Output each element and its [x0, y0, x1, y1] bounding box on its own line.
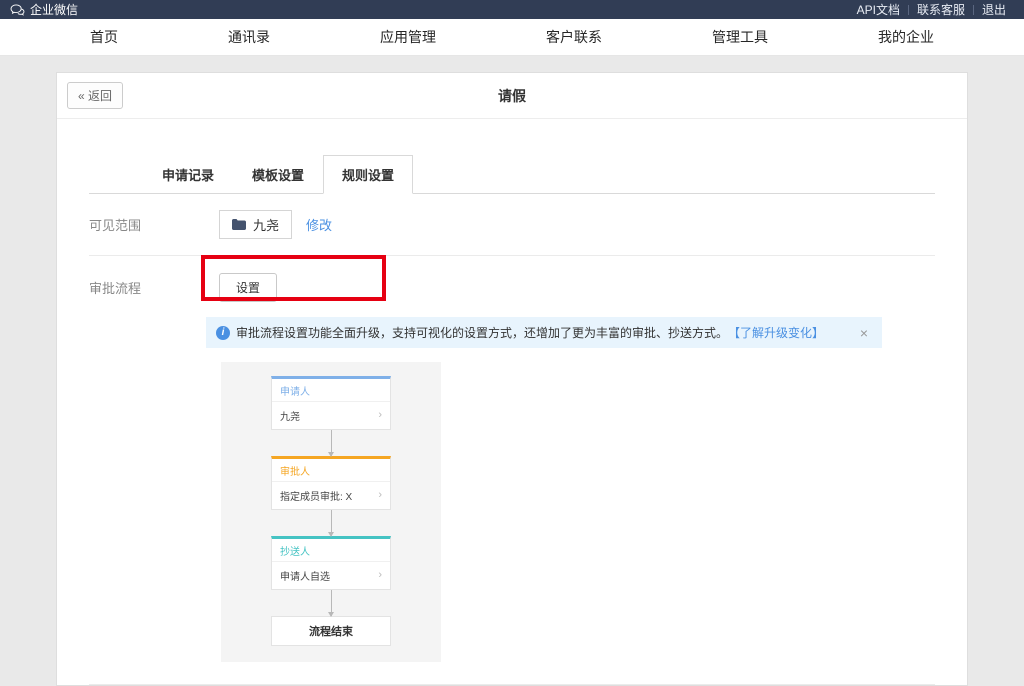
leave-app-card: « 返回 请假 申请记录 模板设置 规则设置 可见范围 九尧 修改: [56, 72, 968, 686]
nav-item-contacts[interactable]: 通讯录: [228, 27, 270, 47]
upgrade-changes-link[interactable]: 【了解升级变化】: [728, 324, 824, 341]
flow-node-approver[interactable]: 审批人 指定成员审批: X ›: [271, 456, 391, 510]
nav-item-app-management[interactable]: 应用管理: [380, 27, 436, 47]
wecom-logo-icon: [10, 4, 25, 16]
tabs: 申请记录 模板设置 规则设置: [89, 155, 935, 194]
chevron-right-icon: ›: [378, 490, 382, 501]
arrow-down-icon: [328, 452, 334, 457]
approval-flow-label: 审批流程: [89, 278, 219, 297]
node-title: 抄送人: [272, 539, 390, 562]
arrow-down-icon: [328, 612, 334, 617]
flow-connector: [331, 430, 332, 456]
nav-item-my-enterprise[interactable]: 我的企业: [878, 27, 934, 47]
tab-template-settings[interactable]: 模板设置: [233, 155, 323, 194]
flow-connector: [331, 510, 332, 536]
chevron-right-icon: ›: [378, 410, 382, 421]
back-label: 返回: [88, 89, 112, 103]
card-body: 申请记录 模板设置 规则设置 可见范围 九尧 修改 审批流程 设置: [57, 155, 967, 685]
visible-range-row: 可见范围 九尧 修改: [89, 194, 935, 256]
back-chevrons-icon: «: [78, 89, 85, 103]
main-nav: 首页 通讯录 应用管理 客户联系 管理工具 我的企业: [0, 19, 1024, 56]
visible-range-name: 九尧: [253, 215, 279, 234]
arrow-down-icon: [328, 532, 334, 537]
section-divider: [89, 684, 935, 685]
tab-application-records[interactable]: 申请记录: [143, 155, 233, 194]
brand-name: 企业微信: [30, 1, 78, 18]
flow-node-cc[interactable]: 抄送人 申请人自选 ›: [271, 536, 391, 590]
topbar-link-api-docs[interactable]: API文档: [849, 1, 908, 18]
node-content: 指定成员审批: X: [280, 488, 352, 503]
node-title: 审批人: [272, 459, 390, 482]
back-button[interactable]: « 返回: [67, 82, 123, 109]
nav-item-management-tools[interactable]: 管理工具: [712, 27, 768, 47]
flow-node-applicant[interactable]: 申请人 九尧 ›: [271, 376, 391, 430]
chevron-right-icon: ›: [378, 570, 382, 581]
topbar-link-support[interactable]: 联系客服: [909, 1, 973, 18]
settings-button[interactable]: 设置: [219, 273, 277, 302]
modify-link[interactable]: 修改: [306, 215, 332, 234]
approval-flow-row: 审批流程 设置: [89, 256, 935, 302]
banner-text: 审批流程设置功能全面升级，支持可视化的设置方式，还增加了更为丰富的审批、抄送方式…: [236, 324, 728, 341]
card-header: « 返回 请假: [57, 73, 967, 119]
visible-range-label: 可见范围: [89, 215, 219, 234]
close-icon[interactable]: ×: [856, 325, 872, 341]
visible-range-value-box[interactable]: 九尧: [219, 210, 292, 239]
info-icon: i: [216, 326, 230, 340]
upgrade-banner: i 审批流程设置功能全面升级，支持可视化的设置方式，还增加了更为丰富的审批、抄送…: [206, 317, 882, 348]
node-content: 九尧: [280, 408, 300, 423]
page-title: 请假: [57, 73, 967, 119]
tab-rule-settings[interactable]: 规则设置: [323, 155, 413, 194]
topbar-link-logout[interactable]: 退出: [974, 1, 1014, 18]
approval-flow-diagram: 申请人 九尧 › 审批人 指定成员审批: X › 抄送人: [221, 362, 441, 662]
nav-item-home[interactable]: 首页: [90, 27, 118, 47]
flow-connector: [331, 590, 332, 616]
node-title: 申请人: [272, 379, 390, 402]
topbar: 企业微信 API文档 联系客服 退出: [0, 0, 1024, 19]
main-area: « 返回 请假 申请记录 模板设置 规则设置 可见范围 九尧 修改: [0, 56, 1024, 686]
nav-item-customer-contact[interactable]: 客户联系: [546, 27, 602, 47]
folder-icon: [232, 219, 246, 230]
node-content: 申请人自选: [280, 568, 330, 583]
